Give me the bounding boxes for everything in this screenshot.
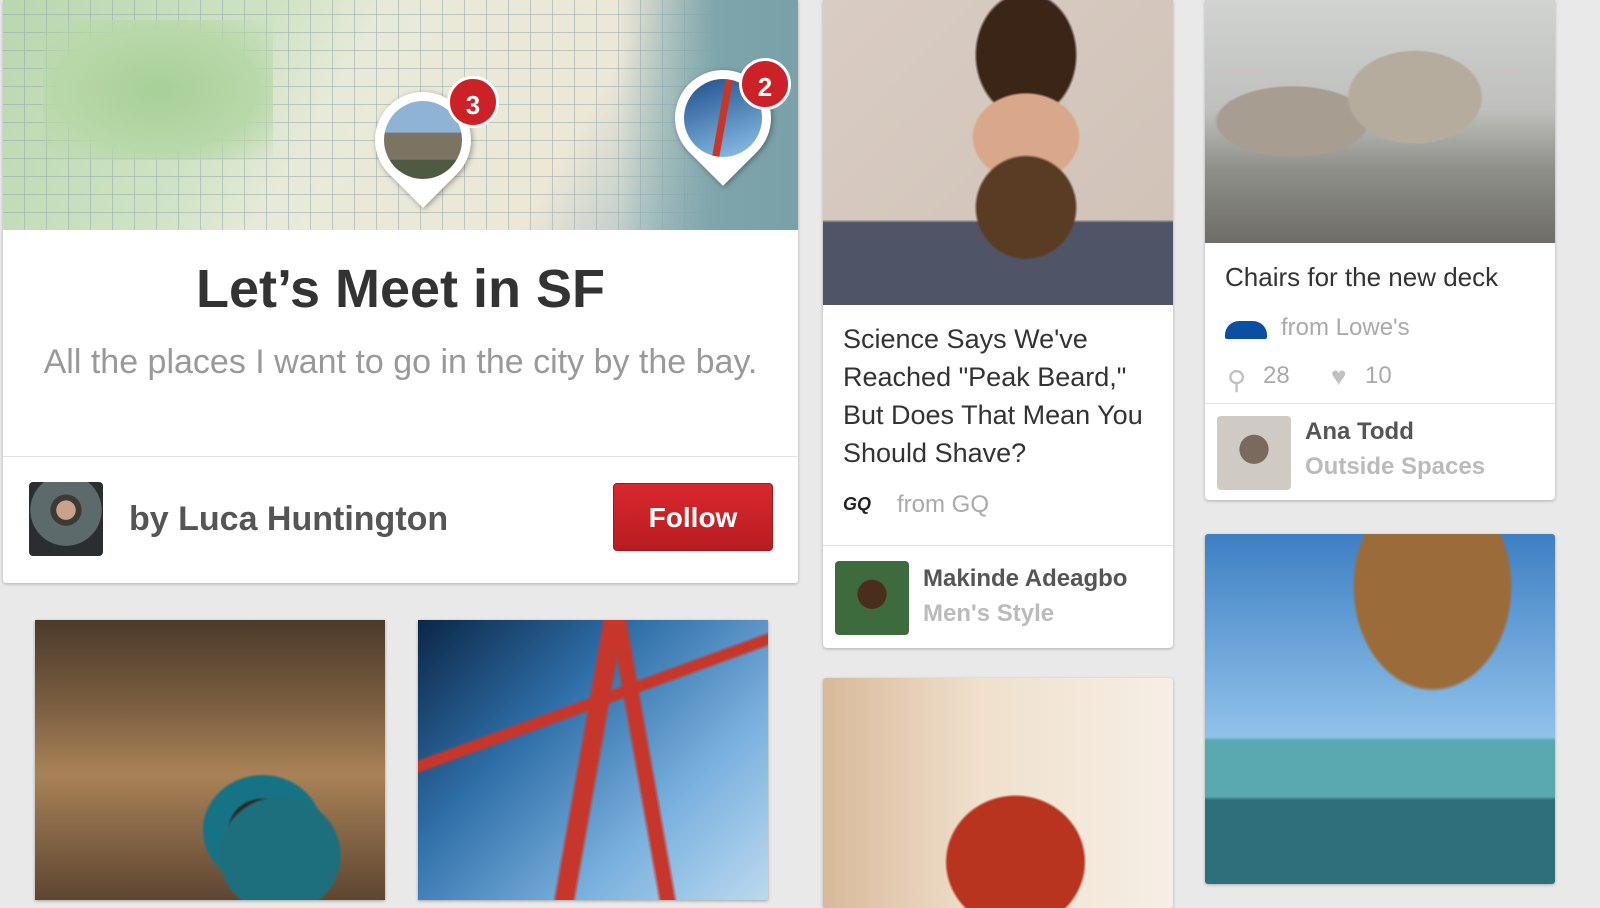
board-card[interactable]: 3 2 Let’s Meet in SF All the places I wa… (3, 0, 798, 583)
follow-button[interactable]: Follow (613, 483, 773, 551)
repin-count: 28 (1263, 362, 1290, 389)
pin-card[interactable]: Chairs for the new deck from Lowe's ⚲ 28… (1205, 0, 1555, 500)
map-pin-count-badge: 2 (739, 58, 791, 110)
heart-icon: ♥ (1331, 361, 1347, 391)
pinner-name[interactable]: Ana Todd (1305, 418, 1414, 446)
pin-image-vespa[interactable] (823, 678, 1173, 908)
pin-source[interactable]: from GQ (897, 491, 989, 519)
pin-image-resort[interactable] (1205, 534, 1555, 884)
avatar[interactable] (1217, 416, 1291, 490)
pinner-board[interactable]: Outside Spaces (1305, 453, 1485, 481)
pin-image[interactable] (1205, 0, 1555, 243)
avatar[interactable] (835, 561, 909, 635)
board-thumbnail-coffee[interactable] (35, 620, 385, 900)
pinner-name[interactable]: Makinde Adeagbo (923, 565, 1127, 593)
map-pin-count-badge: 3 (447, 76, 499, 128)
map-park-area (43, 20, 273, 160)
pin-source[interactable]: from Lowe's (1281, 314, 1410, 342)
gq-logo-icon: GQ (843, 494, 872, 514)
board-description: All the places I want to go in the city … (43, 343, 758, 381)
divider (823, 545, 1173, 546)
pin-image[interactable] (823, 0, 1173, 305)
pin-title[interactable]: Chairs for the new deck (1225, 262, 1498, 293)
pushpin-icon: ⚲ (1227, 365, 1247, 395)
lowes-logo-icon (1225, 321, 1267, 339)
divider (1205, 403, 1555, 404)
board-title: Let’s Meet in SF (195, 259, 606, 319)
avatar[interactable] (29, 482, 103, 556)
board-owner-name[interactable]: by Luca Huntington (129, 500, 448, 539)
pin-card[interactable]: Science Says We've Reached "Peak Beard,"… (823, 0, 1173, 648)
pin-title[interactable]: Science Says We've Reached "Peak Beard,"… (843, 320, 1163, 472)
like-count: 10 (1365, 362, 1392, 389)
pinner-board[interactable]: Men's Style (923, 600, 1054, 628)
board-thumbnail-bridge[interactable] (418, 620, 768, 900)
board-map[interactable]: 3 2 (3, 0, 798, 230)
divider (3, 456, 798, 457)
